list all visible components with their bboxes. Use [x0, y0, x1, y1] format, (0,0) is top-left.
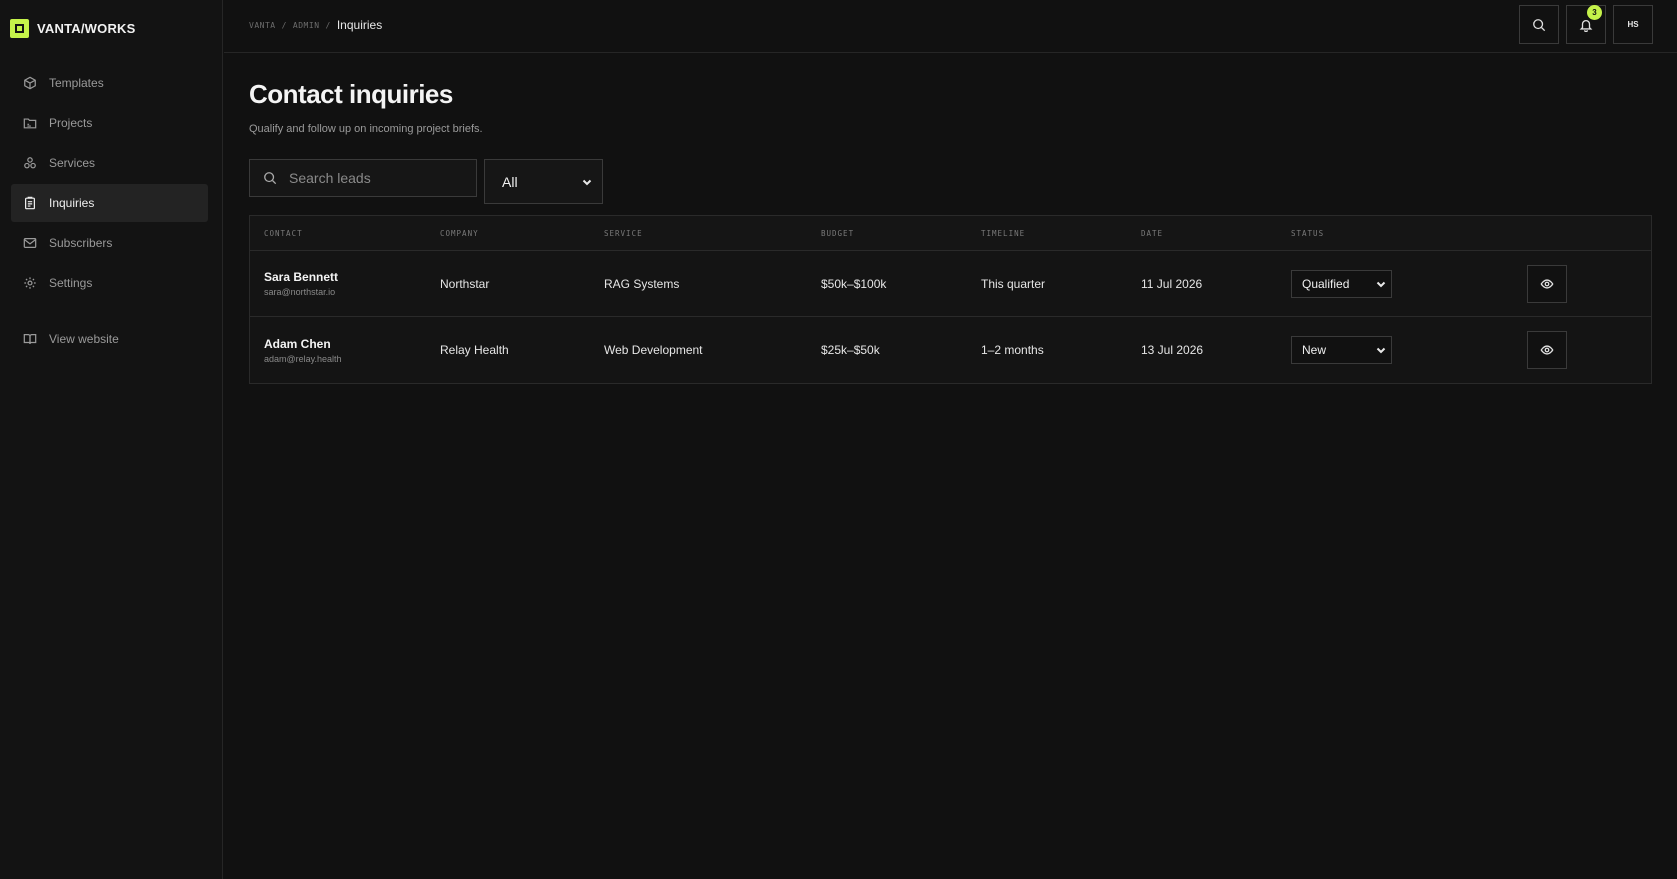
status-value: New: [1302, 343, 1327, 357]
sidebar-item-label: Templates: [49, 76, 104, 90]
cube-icon: [24, 76, 36, 90]
mail-icon: [23, 238, 37, 248]
admin-app: VANTA/WORKS Templates Projects Services …: [0, 0, 1677, 879]
table-header: CONTACT COMPANY SERVICE BUDGET TIMELINE …: [250, 216, 1651, 251]
column-header-timeline[interactable]: TIMELINE: [981, 229, 1141, 238]
action-cell: [1527, 264, 1647, 303]
table-row: Sara Bennett sara@northstar.io Northstar…: [250, 251, 1651, 317]
notification-badge: 3: [1587, 5, 1602, 20]
contact-name: Adam Chen: [264, 336, 331, 351]
brand[interactable]: VANTA/WORKS: [10, 18, 136, 38]
status-cell: New: [1291, 336, 1527, 364]
chevron-down-icon: [1376, 281, 1386, 287]
bell-icon: [1579, 19, 1593, 32]
brand-name: VANTA/WORKS: [37, 20, 136, 36]
search-box: [249, 159, 477, 197]
table-row: Adam Chen adam@relay.health Relay Health…: [250, 317, 1651, 383]
status-filter-select[interactable]: All: [484, 159, 603, 204]
company-cell: Northstar: [440, 276, 490, 291]
service-cell: Web Development: [604, 343, 703, 357]
sidebar-item-label: Inquiries: [49, 196, 95, 210]
inquiries-table: CONTACT COMPANY SERVICE BUDGET TIMELINE …: [249, 215, 1652, 384]
breadcrumb-section[interactable]: ADMIN: [293, 21, 320, 30]
service-cell: RAG Systems: [604, 276, 680, 291]
status-select[interactable]: Qualified: [1291, 269, 1392, 298]
sidebar: VANTA/WORKS Templates Projects Services …: [0, 0, 223, 879]
sidebar-item-services[interactable]: Services: [11, 144, 208, 182]
contact-email: sara@northstar.io: [264, 287, 336, 297]
timeline-cell: 1–2 months: [981, 343, 1044, 357]
breadcrumb: VANTA / ADMIN / Inquiries: [249, 18, 382, 32]
sidebar-item-label: Projects: [49, 116, 93, 130]
sidebar-item-label: Settings: [49, 276, 93, 290]
status-select[interactable]: New: [1291, 336, 1392, 364]
gear-icon: [24, 277, 36, 289]
brand-logo-icon: [10, 18, 29, 38]
page-title: Contact inquiries: [249, 79, 453, 109]
contact-cell: Sara Bennett sara@northstar.io: [250, 270, 440, 297]
date-cell: 13 Jul 2026: [1141, 343, 1204, 357]
eye-icon: [1540, 278, 1554, 289]
column-header-status[interactable]: STATUS: [1291, 229, 1527, 238]
sidebar-item-label: Subscribers: [49, 236, 113, 250]
eye-icon: [1540, 345, 1554, 355]
services-icon: [24, 157, 36, 169]
budget-cell: $50k–$100k: [821, 276, 887, 291]
notifications-button[interactable]: 3: [1566, 5, 1606, 44]
status-cell: Qualified: [1291, 269, 1527, 298]
chevron-down-icon: [582, 179, 592, 185]
search-input[interactable]: [287, 169, 467, 187]
book-icon: [23, 334, 37, 344]
view-website-label: View website: [49, 332, 119, 346]
breadcrumb-root[interactable]: VANTA: [249, 21, 276, 30]
sidebar-item-templates[interactable]: Templates: [11, 64, 208, 102]
breadcrumb-current: Inquiries: [336, 18, 383, 32]
action-cell: [1527, 331, 1647, 369]
timeline-cell: This quarter: [981, 276, 1046, 291]
column-header-company[interactable]: COMPANY: [440, 229, 604, 238]
sidebar-item-projects[interactable]: Projects: [11, 104, 208, 142]
column-header-contact[interactable]: CONTACT: [250, 229, 440, 238]
clipboard-icon: [25, 196, 35, 210]
contact-cell: Adam Chen adam@relay.health: [250, 337, 440, 364]
sidebar-item-subscribers[interactable]: Subscribers: [11, 224, 208, 262]
status-value: Qualified: [1302, 276, 1350, 291]
avatar-button[interactable]: HS: [1613, 5, 1653, 44]
page-subtitle: Qualify and follow up on incoming projec…: [249, 123, 483, 135]
view-inquiry-button[interactable]: [1527, 331, 1567, 369]
contact-name: Sara Bennett: [264, 270, 339, 284]
sidebar-item-settings[interactable]: Settings: [11, 264, 208, 302]
folder-icon: [23, 118, 37, 129]
sidebar-nav: Templates Projects Services Inquiries Su…: [11, 64, 208, 360]
view-inquiry-button[interactable]: [1527, 264, 1567, 303]
column-header-budget[interactable]: BUDGET: [821, 229, 981, 238]
chevron-down-icon: [1376, 347, 1386, 354]
breadcrumb-separator: /: [325, 20, 331, 30]
contact-email: adam@relay.health: [264, 353, 342, 364]
column-header-service[interactable]: SERVICE: [604, 229, 821, 238]
search-icon: [1533, 18, 1546, 31]
budget-cell: $25k–$50k: [821, 343, 880, 357]
status-filter-value: All: [502, 173, 518, 190]
avatar: HS: [1627, 20, 1639, 29]
topbar: VANTA / ADMIN / Inquiries 3 HS: [224, 0, 1677, 53]
company-cell: Relay Health: [440, 343, 509, 357]
sidebar-item-inquiries[interactable]: Inquiries: [11, 184, 208, 222]
breadcrumb-separator: /: [281, 20, 287, 30]
top-actions: 3 HS: [1519, 5, 1653, 44]
column-header-date[interactable]: DATE: [1141, 229, 1291, 238]
search-icon: [264, 172, 277, 185]
sidebar-item-label: Services: [49, 156, 96, 170]
date-cell: 11 Jul 2026: [1141, 276, 1203, 291]
view-website-link[interactable]: View website: [11, 320, 208, 358]
search-button[interactable]: [1519, 5, 1559, 44]
